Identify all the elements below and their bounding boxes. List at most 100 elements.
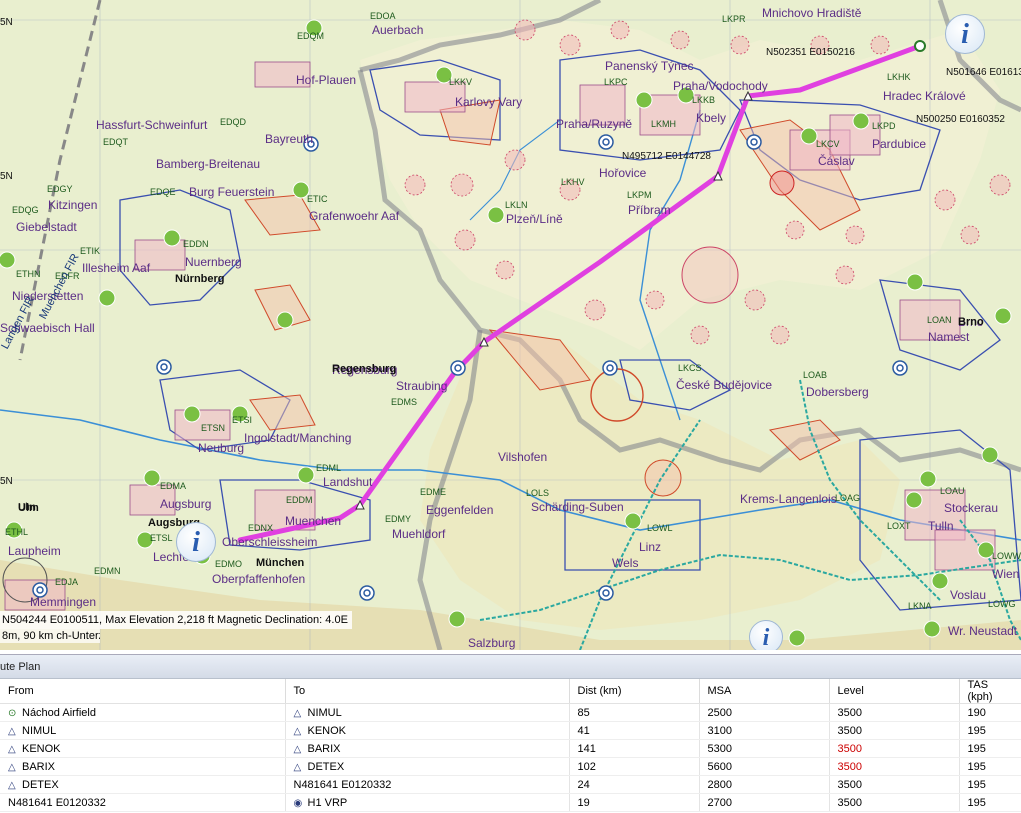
from-cell[interactable]: △ BARIX [0, 757, 286, 776]
to-cell-text: NIMUL [307, 706, 342, 719]
to-cell[interactable]: △ DETEX [285, 757, 570, 776]
airfield-label: Nuernberg [185, 255, 242, 269]
map-status-bar: N504244 E0100511, Max Elevation 2,218 ft… [0, 611, 352, 629]
from-cell[interactable]: N481641 E0120332 [0, 793, 286, 812]
route-start-marker[interactable] [914, 40, 926, 52]
airfield-label: Bayreuth [265, 132, 314, 146]
route-leg-row[interactable]: △ NIMUL △ KENOK 41 3100 3500 195 [0, 721, 1021, 740]
airfield-label: Hradec Králové [883, 89, 966, 103]
restricted-circle-3 [644, 459, 682, 497]
msa-cell[interactable]: 5600 [699, 757, 830, 776]
from-cell[interactable]: △ NIMUL [0, 721, 286, 740]
to-cell[interactable]: △ BARIX [285, 739, 570, 758]
route-plan-title: ute Plan [0, 655, 1021, 679]
from-cell-text: NIMUL [22, 724, 57, 737]
level-cell[interactable]: 3500 [829, 721, 960, 740]
tas-cell[interactable]: 195 [959, 739, 1021, 758]
airfield-label: Mnichovo Hradiště [762, 6, 862, 20]
from-cell-text: KENOK [22, 742, 61, 755]
msa-cell[interactable]: 5300 [699, 739, 830, 758]
route-leg-row[interactable]: △ KENOK △ BARIX 141 5300 3500 195 [0, 739, 1021, 758]
airfield-label: České Budějovice [676, 378, 773, 392]
info-icon[interactable]: i [945, 14, 985, 54]
level-cell[interactable]: 3500 [829, 775, 960, 794]
to-cell[interactable]: △ KENOK [285, 721, 570, 740]
msa-cell-text: 2500 [707, 706, 732, 719]
to-cell[interactable]: △ NIMUL [285, 703, 570, 722]
tas-cell-text: 195 [967, 742, 986, 755]
waypoint-triangle-icon: △ [293, 761, 302, 773]
from-cell[interactable]: ⊙ Náchod Airfield [0, 703, 286, 722]
vfr-map[interactable]: Auerbach Hof-Plauen Karlovy Vary Panenský T… [0, 0, 1021, 650]
airfield-label: Burg Feuerstein [189, 185, 275, 199]
level-cell[interactable]: 3500 [829, 757, 960, 776]
dist-cell[interactable]: 141 [569, 739, 700, 758]
scale-text: 8m, 90 km [2, 630, 54, 642]
icao-code-label: EDMO [215, 559, 242, 569]
dist-cell[interactable]: 19 [569, 793, 700, 812]
icao-code-label: LOAG [835, 493, 861, 503]
dist-cell-text: 24 [577, 778, 590, 791]
msa-cell[interactable]: 2700 [699, 793, 830, 812]
icao-code-label: LKPM [627, 190, 652, 200]
tas-cell-text: 195 [967, 760, 986, 773]
dist-cell[interactable]: 85 [569, 703, 700, 722]
icao-code-label: EDJA [55, 577, 79, 587]
dist-cell[interactable]: 41 [569, 721, 700, 740]
msa-cell-text: 3100 [707, 724, 732, 737]
column-header-tas[interactable]: TAS (kph) [959, 679, 1021, 704]
level-cell-text: 3500 [837, 724, 862, 737]
airfield-label: Straubing [396, 379, 448, 393]
msa-cell[interactable]: 2500 [699, 703, 830, 722]
icao-code-label: LKKB [692, 95, 716, 105]
route-leg-row[interactable]: △ BARIX △ DETEX 102 5600 3500 195 [0, 757, 1021, 776]
from-cell-text: BARIX [22, 760, 56, 773]
map-edge-label: 5N [0, 17, 13, 28]
level-cell-text: 3500 [837, 706, 862, 719]
level-cell[interactable]: 3500 [829, 739, 960, 758]
column-header-level[interactable]: Level [829, 679, 960, 704]
airfield-label: Karlovy Vary [455, 95, 523, 109]
route-leg-row[interactable]: ⊙ Náchod Airfield △ NIMUL 85 2500 3500 190 [0, 703, 1021, 722]
from-cell[interactable]: △ DETEX [0, 775, 286, 794]
icao-code-label: LKHV [561, 177, 585, 187]
icao-code-label: EDQD [220, 117, 247, 127]
to-cell[interactable]: ◉ H1 VRP [285, 793, 570, 812]
column-header-from[interactable]: From [0, 679, 286, 704]
msa-cell-text: 5300 [707, 742, 732, 755]
airfield-label: Kitzingen [48, 198, 98, 212]
coordinate-waypoint-label: N502351 E0150216 [766, 47, 855, 58]
tas-cell[interactable]: 195 [959, 721, 1021, 740]
column-header-msa[interactable]: MSA [699, 679, 830, 704]
level-cell[interactable]: 3500 [829, 793, 960, 812]
from-cell[interactable]: △ KENOK [0, 739, 286, 758]
to-cell[interactable]: N481641 E0120332 [285, 775, 570, 794]
waypoint-triangle-icon: △ [8, 725, 16, 737]
tas-cell[interactable]: 195 [959, 757, 1021, 776]
dist-cell[interactable]: 24 [569, 775, 700, 794]
level-cell-text: 3500 [837, 778, 862, 791]
info-icon[interactable]: i [176, 522, 216, 562]
icao-code-label: EDOA [370, 11, 396, 21]
route-plan-table: From To Dist (km) MSA Level TAS (kph) ⊙ N… [0, 679, 1021, 812]
info-icon[interactable]: i [749, 620, 783, 650]
route-leg-row[interactable]: △ DETEX N481641 E0120332 24 2800 3500 195 [0, 775, 1021, 794]
scale-suffix: ch-Unterzell [56, 630, 100, 642]
dist-cell[interactable]: 102 [569, 757, 700, 776]
icao-code-label: EDMN [94, 566, 121, 576]
to-cell-text: KENOK [307, 724, 347, 737]
icao-code-label: ETSL [150, 533, 173, 543]
tas-cell[interactable]: 190 [959, 703, 1021, 722]
level-cell[interactable]: 3500 [829, 703, 960, 722]
tas-cell[interactable]: 195 [959, 775, 1021, 794]
msa-cell[interactable]: 3100 [699, 721, 830, 740]
to-cell-text: BARIX [307, 742, 341, 755]
airfield-icon: ⊙ [8, 707, 17, 719]
icao-code-label: EDMS [391, 397, 418, 407]
column-header-to[interactable]: To [285, 679, 570, 704]
msa-cell[interactable]: 2800 [699, 775, 830, 794]
column-header-dist[interactable]: Dist (km) [569, 679, 700, 704]
dist-cell-text: 141 [577, 742, 596, 755]
tas-cell[interactable]: 195 [959, 793, 1021, 812]
route-leg-row[interactable]: N481641 E0120332 ◉ H1 VRP 19 2700 3500 195 [0, 793, 1021, 812]
